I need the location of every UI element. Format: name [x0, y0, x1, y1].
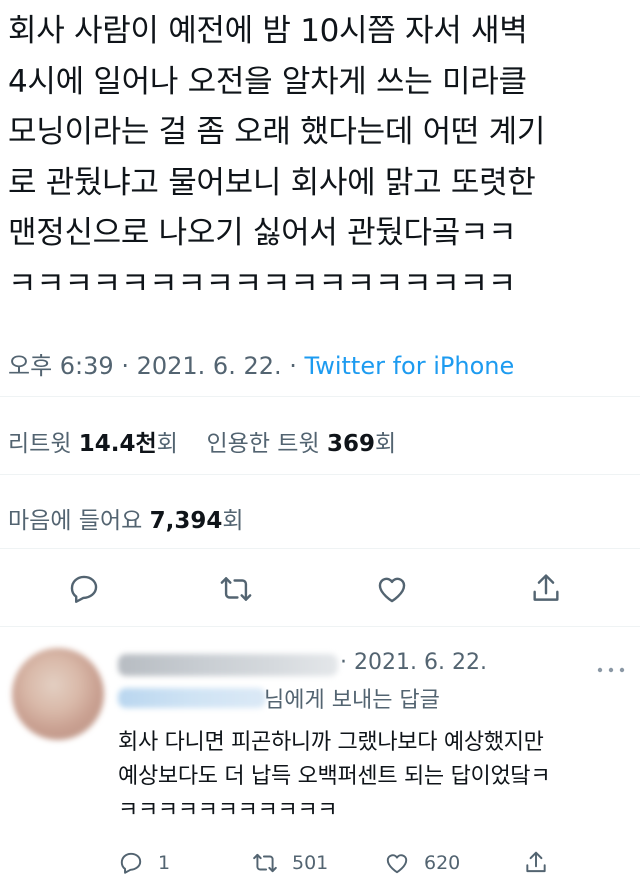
meta-separator: · [289, 352, 305, 380]
tweet-date[interactable]: 2021. 6. 22. [137, 352, 282, 380]
reply-icon [120, 852, 142, 874]
likes-count: 7,394 [149, 508, 223, 534]
tweet-meta: 오후 6:39 · 2021. 6. 22. · Twitter for iPh… [8, 346, 514, 381]
divider [0, 474, 640, 475]
meta-separator: · [121, 352, 137, 380]
divider [0, 396, 640, 397]
tweet-text-line: ㅋㅋㅋㅋㅋㅋㅋㅋㅋㅋㅋㅋㅋㅋㅋㅋㅋㅋ [8, 265, 516, 302]
avatar[interactable] [12, 648, 104, 740]
likes-label: 마음에 들어요 [8, 508, 143, 534]
reply-text: 회사 다니면 피곤하니까 그랬나보다 예상했지만 예상보다도 더 납득 오백퍼센… [118, 726, 638, 828]
retweet-quote-stats: 리트윗 14.4천회 인용한 트윗 369회 [8, 424, 396, 458]
quote-suffix: 회 [374, 431, 397, 457]
like-icon [386, 854, 408, 874]
share-icon [526, 851, 546, 873]
reply-share-button[interactable] [523, 848, 549, 878]
retweet-icon [253, 853, 277, 873]
quote-count: 369 [326, 431, 375, 457]
tweet-text-line: 모닝이라는 걸 좀 오래 했다는데 어떤 계기 [8, 114, 546, 150]
reply-like-button[interactable]: 620 [384, 848, 460, 878]
tweet-source-link[interactable]: Twitter for iPhone [305, 352, 515, 380]
retweet-label: 리트윗 [8, 431, 72, 457]
reply-reply-button[interactable]: 1 [118, 848, 170, 878]
more-options-icon[interactable] [596, 660, 626, 673]
retweet-count: 14.4천 [78, 431, 157, 457]
divider [0, 548, 640, 549]
divider [0, 626, 640, 627]
tweet-text-line: 4시에 일어나 오전을 알차게 쓰는 미라클 [8, 63, 527, 100]
reply-tweet[interactable]: · 2021. 6. 22. 님에게 보내는 답글 회사 다니면 피곤하니까 그… [0, 640, 640, 881]
reply-reply-count: 1 [158, 852, 171, 874]
blurred-replying-handle[interactable] [118, 688, 266, 708]
tweet-text-line: 로 관뒀냐고 물어보니 회사에 맑고 또렷한 [8, 164, 536, 201]
reply-action-bar: 1 501 620 [0, 848, 640, 878]
retweet-suffix: 회 [156, 431, 178, 457]
quote-label: 인용한 트윗 [206, 431, 320, 457]
likes-suffix: 회 [222, 508, 244, 534]
tweet-action-bar [0, 566, 640, 616]
tweet-text-line: 회사 사람이 예전에 밤 10시쯤 자서 새벽 [8, 13, 528, 49]
retweet-stat[interactable]: 리트윗 14.4천회 [8, 431, 178, 457]
reply-date-text: 2021. 6. 22. [354, 650, 487, 675]
tweet-text-line: 맨정신으로 나오기 싫어서 관뒀다곸ㅋㅋ [8, 215, 517, 251]
reply-text-line: ㅋㅋㅋㅋㅋㅋㅋㅋㅋㅋㅋ [118, 798, 338, 823]
likes-stats[interactable]: 마음에 들어요 7,394회 [8, 501, 244, 535]
reply-text-line: 회사 다니면 피곤하니까 그랬나보다 예상했지만 [118, 730, 544, 755]
tweet-time[interactable]: 오후 6:39 [8, 352, 114, 380]
share-icon[interactable] [529, 572, 563, 606]
replying-to-text: 님에게 보내는 답글 [264, 688, 440, 713]
reply-text-line: 예상보다도 더 납득 오백퍼센트 되는 답이었닼ㅋ [118, 764, 551, 789]
reply-icon[interactable] [67, 572, 101, 606]
like-icon[interactable] [375, 572, 409, 606]
quote-stat[interactable]: 인용한 트윗 369회 [207, 431, 397, 457]
reply-retweet-count: 501 [292, 852, 329, 874]
reply-retweet-button[interactable]: 501 [252, 848, 328, 878]
reply-like-count: 620 [424, 852, 461, 874]
retweet-icon[interactable] [219, 572, 253, 606]
tweet-text: 회사 사람이 예전에 밤 10시쯤 자서 새벽 4시에 일어나 오전을 알차게 … [8, 6, 634, 309]
reply-date[interactable]: · 2021. 6. 22. [340, 650, 487, 675]
blurred-display-name [118, 654, 338, 676]
